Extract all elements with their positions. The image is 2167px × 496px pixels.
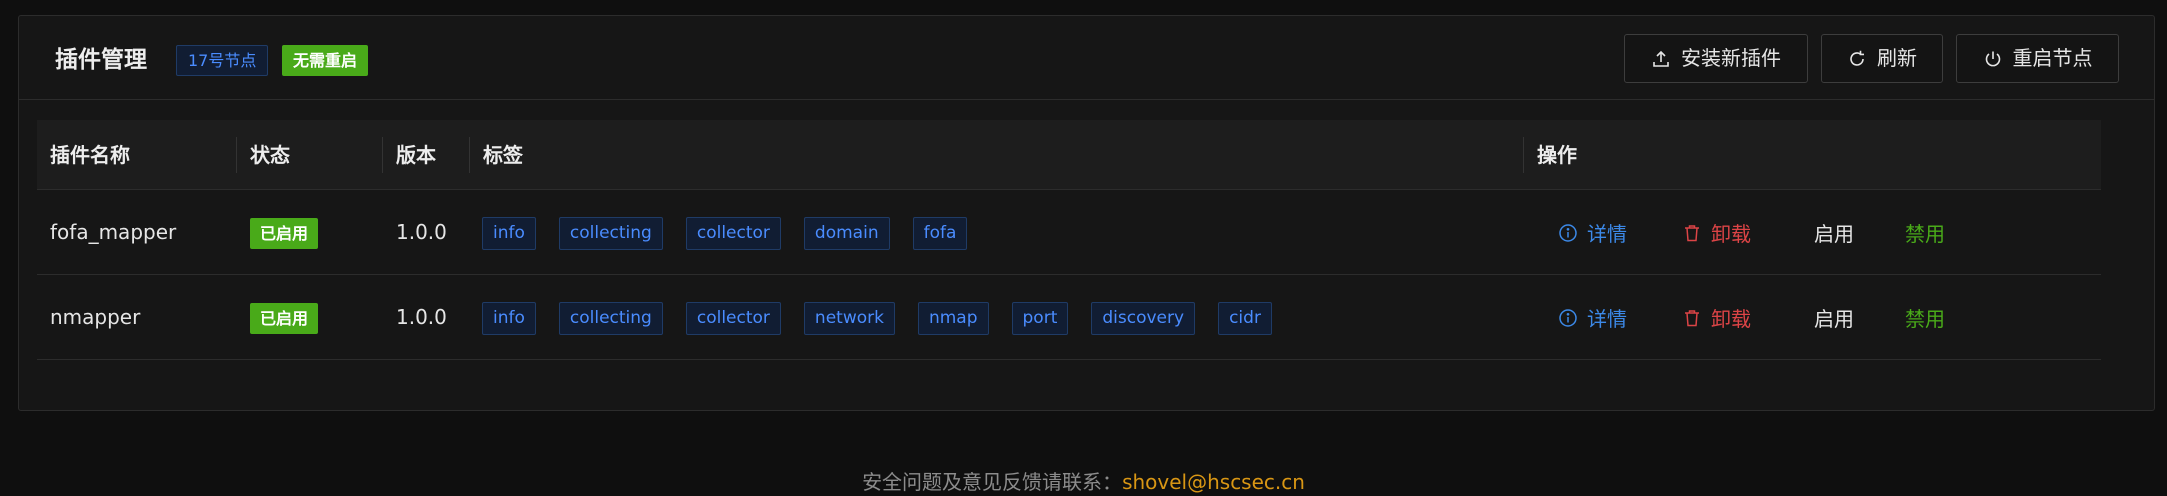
restart-node-button[interactable]: 重启节点: [1956, 34, 2119, 83]
trash-icon: [1685, 309, 1699, 326]
enable-label: 启用: [1814, 307, 1854, 331]
plugin-tag: collector: [685, 302, 781, 335]
info-circle-icon: [1559, 308, 1577, 327]
column-divider: [469, 137, 470, 173]
power-icon: [1985, 51, 2000, 66]
column-header-name: 插件名称: [50, 143, 130, 167]
plugin-tag: discovery: [1091, 302, 1196, 335]
plugin-tag: nmap: [917, 302, 989, 335]
info-circle-icon: [1559, 223, 1577, 242]
uninstall-button[interactable]: 卸载: [1682, 275, 1751, 360]
detail-button[interactable]: 详情: [1558, 275, 1627, 360]
detail-label: 详情: [1587, 222, 1627, 246]
card-header: 插件管理 17号节点 无需重启 安装新插件 刷新 重启节点: [19, 16, 2154, 100]
table-header: 插件名称 状态 版本 标签 操作: [37, 120, 2101, 190]
column-divider: [1523, 137, 1524, 173]
plugin-tag: cidr: [1218, 302, 1272, 335]
footer-email-link[interactable]: shovel@hscsec.cn: [1122, 470, 1305, 494]
refresh-label: 刷新: [1877, 46, 1917, 70]
plugin-version: 1.0.0: [396, 305, 447, 329]
column-header-version: 版本: [396, 143, 436, 167]
detail-label: 详情: [1587, 307, 1627, 331]
table-row: fofa_mapper 已启用 1.0.0 info collecting co…: [37, 190, 2101, 275]
plugin-name: nmapper: [50, 305, 141, 329]
plugin-tag: domain: [803, 217, 890, 250]
plugin-tag: info: [482, 217, 536, 250]
status-badge: 已启用: [250, 303, 319, 334]
page-title: 插件管理: [55, 47, 147, 73]
status-badge: 已启用: [250, 218, 319, 249]
enable-label: 启用: [1814, 222, 1854, 246]
enable-button[interactable]: 启用: [1814, 275, 1854, 360]
plugin-tag: collecting: [558, 302, 663, 335]
plugin-tag: port: [1011, 302, 1069, 335]
plugin-tags: info collecting collector network nmap p…: [482, 302, 1272, 335]
plugin-tag: fofa: [912, 217, 968, 250]
column-divider: [236, 137, 237, 173]
column-header-actions: 操作: [1537, 143, 1577, 167]
footer: 安全问题及意见反馈请联系：shovel@hscsec.cn: [0, 466, 2167, 495]
disable-button[interactable]: 禁用: [1905, 190, 1945, 275]
disable-label: 禁用: [1905, 222, 1945, 246]
plugin-version: 1.0.0: [396, 220, 447, 244]
disable-button[interactable]: 禁用: [1905, 275, 1945, 360]
node-tag: 17号节点: [176, 45, 269, 76]
column-header-tags: 标签: [483, 143, 523, 167]
plugin-tag: collector: [685, 217, 781, 250]
detail-button[interactable]: 详情: [1558, 190, 1627, 275]
install-plugin-label: 安装新插件: [1681, 46, 1781, 70]
upload-icon: [1653, 50, 1669, 67]
refresh-button[interactable]: 刷新: [1821, 34, 1943, 83]
uninstall-label: 卸载: [1711, 307, 1751, 331]
plugin-table: 插件名称 状态 版本 标签 操作 fofa_mapper 已启用 1.0.0 i…: [37, 120, 2101, 360]
uninstall-button[interactable]: 卸载: [1682, 190, 1751, 275]
disable-label: 禁用: [1905, 307, 1945, 331]
reload-icon: [1850, 50, 1864, 66]
table-row: nmapper 已启用 1.0.0 info collecting collec…: [37, 275, 2101, 360]
plugin-tags: info collecting collector domain fofa: [482, 217, 968, 250]
plugin-name: fofa_mapper: [50, 220, 177, 244]
restart-status-badge: 无需重启: [282, 45, 369, 76]
plugin-tag: info: [482, 302, 536, 335]
column-divider: [382, 137, 383, 173]
footer-text: 安全问题及意见反馈请联系：: [862, 470, 1123, 494]
restart-node-label: 重启节点: [2012, 46, 2093, 70]
uninstall-label: 卸载: [1711, 222, 1751, 246]
column-header-status: 状态: [250, 143, 290, 167]
install-plugin-button[interactable]: 安装新插件: [1624, 34, 1808, 83]
trash-icon: [1685, 224, 1699, 241]
enable-button[interactable]: 启用: [1814, 190, 1854, 275]
plugin-tag: collecting: [558, 217, 663, 250]
plugin-tag: network: [803, 302, 895, 335]
